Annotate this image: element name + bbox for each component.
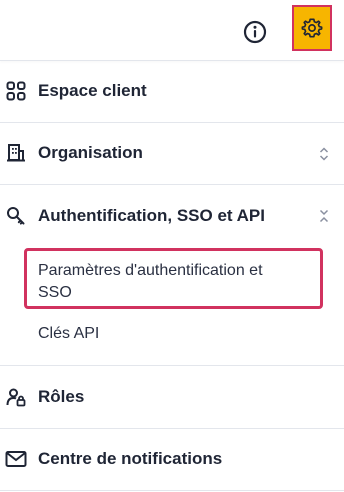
gear-icon — [301, 18, 323, 38]
submenu-item-label-line2: SSO — [38, 284, 72, 301]
grid-icon — [5, 80, 27, 102]
menu-item-label: Organisation — [38, 143, 143, 162]
info-button[interactable] — [242, 19, 268, 45]
user-lock-icon — [5, 386, 27, 408]
menu-item-organisation[interactable]: Organisation — [0, 123, 344, 185]
menu-item-label: Centre de notifications — [38, 449, 223, 468]
menu-item-roles[interactable]: Rôles — [0, 367, 344, 429]
chevron-collapse-icon — [317, 207, 331, 225]
submenu-item-parametres-sso[interactable]: Paramètres d'authentification et SSO — [38, 260, 263, 304]
chevron-expand-icon — [317, 145, 331, 163]
menu-item-centre-notifications[interactable]: Centre de notifications — [0, 429, 344, 491]
info-circle-icon — [243, 20, 267, 44]
menu-item-label: Espace client — [38, 81, 147, 100]
submenu-item-label-line1: Paramètres d'authentification et — [38, 262, 263, 279]
key-icon — [5, 205, 27, 227]
envelope-icon — [5, 448, 27, 470]
top-bar — [0, 0, 344, 61]
submenu-item-label: Clés API — [38, 325, 100, 342]
building-icon — [5, 142, 27, 164]
submenu-item-cles-api[interactable]: Clés API — [38, 323, 99, 345]
menu-item-label: Rôles — [38, 387, 85, 406]
settings-button[interactable] — [292, 5, 332, 51]
menu-item-authentification[interactable]: Authentification, SSO et API — [0, 185, 344, 247]
menu-item-label: Authentification, SSO et API — [38, 206, 265, 225]
menu-item-espace-client[interactable]: Espace client — [0, 61, 344, 123]
